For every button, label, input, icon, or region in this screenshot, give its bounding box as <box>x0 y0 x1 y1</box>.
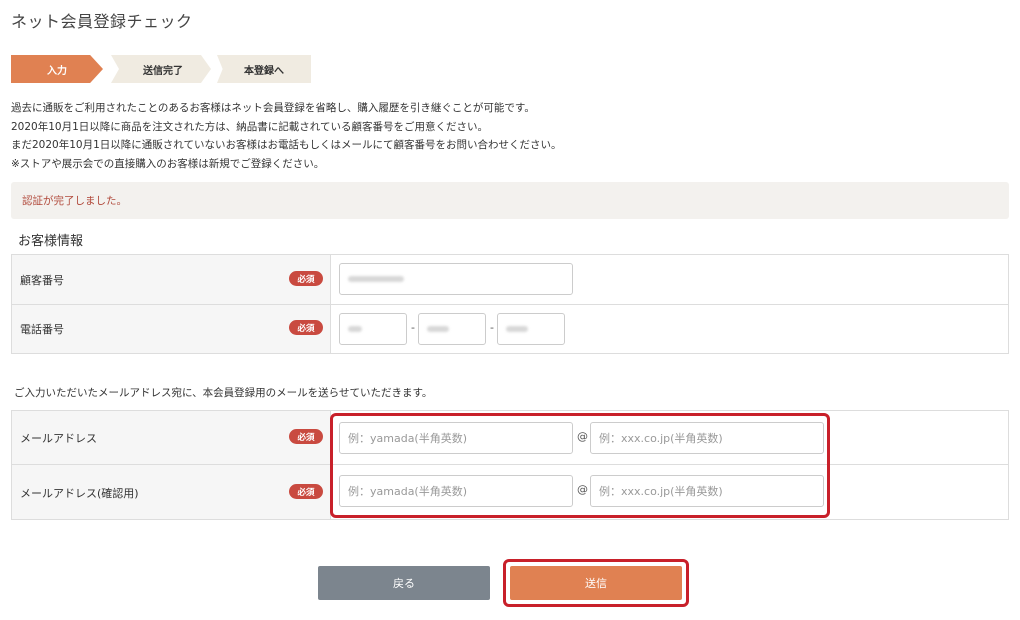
required-badge: 必須 <box>289 271 323 286</box>
step-input: 入力 <box>11 55 103 83</box>
email-label: メールアドレス <box>20 432 97 445</box>
email-confirm-label: メールアドレス(確認用) <box>20 487 139 500</box>
phone-separator: - <box>411 321 415 334</box>
customer-number-input[interactable] <box>339 263 573 295</box>
step-sent: 送信完了 <box>111 55 211 83</box>
customer-number-label-cell: 顧客番号 必須 <box>12 255 331 304</box>
phone-part1-input[interactable] <box>339 313 407 345</box>
page-title: ネット会員登録チェック <box>11 12 193 31</box>
customer-info-heading: お客様情報 <box>18 234 84 249</box>
phone-label-cell: 電話番号 必須 <box>12 305 331 353</box>
intro-line: まだ2020年10月1日以降に通販されていないお客様はお電話もしくはメールにて顧… <box>11 139 562 151</box>
customer-number-label: 顧客番号 <box>20 274 64 287</box>
phone-part2-input[interactable] <box>418 313 486 345</box>
auth-notice: 認証が完了しました。 <box>11 182 1009 219</box>
obscured-value <box>348 276 404 282</box>
required-badge: 必須 <box>289 320 323 335</box>
step-indicator: 入力 送信完了 本登録へ <box>11 55 311 83</box>
intro-line: ※ストアや展示会での直接購入のお客様は新規でご登録ください。 <box>11 157 325 170</box>
obscured-value <box>427 326 449 332</box>
email-note: ご入力いただいたメールアドレス宛に、本会員登録用のメールを送らせていただきます。 <box>14 387 433 399</box>
customer-info-table: 顧客番号 必須 電話番号 必須 - - <box>11 254 1009 354</box>
back-button[interactable]: 戻る <box>318 566 490 600</box>
auth-notice-text: 認証が完了しました。 <box>22 195 127 207</box>
intro-text: 過去に通販をご利用されたことのあるお客様はネット会員登録を省略し、購入履歴を引き… <box>11 99 561 173</box>
phone-part3-input[interactable] <box>497 313 565 345</box>
phone-row: 電話番号 必須 - - <box>12 305 1008 353</box>
phone-separator: - <box>490 321 494 334</box>
email-confirm-label-cell: メールアドレス(確認用) 必須 <box>12 465 331 519</box>
phone-value-cell: - - <box>331 305 1008 353</box>
step-register: 本登録へ <box>217 55 311 83</box>
email-label-cell: メールアドレス 必須 <box>12 411 331 464</box>
intro-line: 過去に通販をご利用されたことのあるお客様はネット会員登録を省略し、購入履歴を引き… <box>11 102 535 114</box>
send-highlight-box <box>503 559 689 607</box>
obscured-value <box>506 326 528 332</box>
email-highlight-box <box>330 413 830 518</box>
customer-number-value-cell <box>331 255 1008 304</box>
intro-line: 2020年10月1日以降に商品を注文された方は、納品書に記載されている顧客番号を… <box>11 120 488 133</box>
phone-label: 電話番号 <box>20 323 64 336</box>
required-badge: 必須 <box>289 484 323 499</box>
required-badge: 必須 <box>289 429 323 444</box>
obscured-value <box>348 326 362 332</box>
customer-number-row: 顧客番号 必須 <box>12 255 1008 305</box>
